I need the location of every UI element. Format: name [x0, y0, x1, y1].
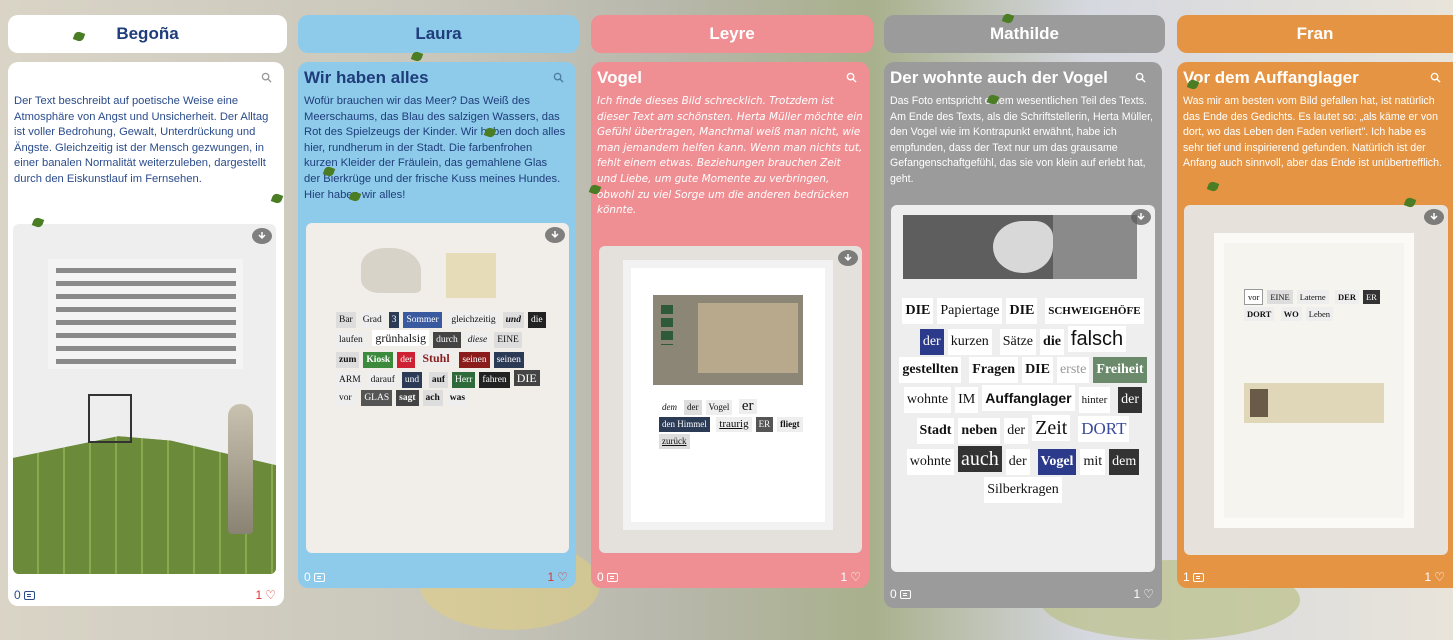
- column-name: Leyre: [709, 24, 755, 43]
- comment-count[interactable]: 1: [1183, 570, 1204, 584]
- post-title: Der wohnte auch der Vogel: [890, 68, 1108, 87]
- post-title: Vor dem Auffanglager: [1183, 68, 1359, 87]
- column-name: Laura: [415, 24, 462, 43]
- column-header-mathilde[interactable]: Mathilde: [884, 15, 1165, 53]
- post-image[interactable]: vor EINE Laterne DER ERDORT WO Leben: [1184, 205, 1448, 555]
- collage-photo: [653, 295, 803, 385]
- collage-paper: [48, 259, 243, 369]
- post-card[interactable]: Der Text beschreibt auf poetische Weise …: [8, 62, 284, 606]
- post-image[interactable]: [13, 224, 276, 574]
- post-card[interactable]: Der wohnte auch der Vogel Das Foto entsp…: [884, 62, 1162, 608]
- comment-count[interactable]: 0: [890, 587, 911, 601]
- comment-icon: [1192, 572, 1204, 582]
- post-card[interactable]: Wir haben alles Wofür brauchen wir das M…: [298, 62, 576, 588]
- post-body: Ich finde dieses Bild schrecklich. Trotz…: [597, 95, 863, 217]
- animal-cutout: [361, 248, 421, 293]
- heart-icon: ♡: [1143, 587, 1154, 601]
- column-name: Begoña: [116, 24, 179, 43]
- cloud-download-icon[interactable]: [838, 250, 858, 266]
- heart-icon: ♡: [850, 570, 861, 584]
- comment-icon: [899, 589, 911, 599]
- column-header-laura[interactable]: Laura: [298, 15, 579, 53]
- comment-icon: [606, 572, 618, 582]
- post-title: Wir haben alles: [304, 68, 429, 87]
- like-button[interactable]: 1 ♡: [548, 570, 568, 584]
- collage-words: DIE Papiertage DIE SCHWEIGEHÖFEder kurzen S…: [897, 297, 1149, 504]
- collage-words: vor EINE Laterne DER ERDORT WO Leben: [1242, 288, 1387, 322]
- post-card[interactable]: Vogel Ich finde dieses Bild schrecklich.…: [591, 62, 869, 588]
- post-body: Das Foto entspricht einem wesentlichen T…: [890, 95, 1153, 185]
- cloud-download-icon[interactable]: [1424, 209, 1444, 225]
- comment-count[interactable]: 0: [304, 570, 325, 584]
- cloud-download-icon[interactable]: [252, 228, 272, 244]
- cloud-download-icon[interactable]: [545, 227, 565, 243]
- cage: [88, 394, 132, 443]
- post-title: Vogel: [597, 68, 643, 87]
- comment-count[interactable]: 0: [14, 588, 35, 602]
- post-image[interactable]: dem der Vogel erden Himmel traurig ER fliegt…: [599, 246, 862, 553]
- leaf-decoration: [410, 50, 424, 63]
- like-button[interactable]: 1 ♡: [1134, 587, 1154, 601]
- column-name: Fran: [1296, 24, 1334, 43]
- column-name: Mathilde: [990, 24, 1059, 43]
- figurine: [228, 404, 253, 534]
- heart-icon: ♡: [265, 588, 276, 602]
- collage-words: dem der Vogel erden Himmel traurig ER fliegt…: [657, 398, 807, 450]
- comment-icon: [313, 572, 325, 582]
- like-button[interactable]: 1 ♡: [841, 570, 861, 584]
- like-button[interactable]: 1 ♡: [256, 588, 276, 602]
- collage-photo: [1244, 383, 1384, 423]
- post-card[interactable]: Vor dem Auffanglager Was mir am besten v…: [1177, 62, 1453, 588]
- picture-frame: vor EINE Laterne DER ERDORT WO Leben: [1214, 233, 1414, 528]
- cloud-download-icon[interactable]: [1131, 209, 1151, 225]
- shoe-cutout: [446, 253, 496, 298]
- post-image[interactable]: DIE Papiertage DIE SCHWEIGEHÖFEder kurzen S…: [891, 205, 1155, 572]
- comment-icon: [23, 590, 35, 600]
- column-header-leyre[interactable]: Leyre: [591, 15, 873, 53]
- post-body: Wofür brauchen wir das Meer? Das Weiß de…: [304, 95, 566, 201]
- like-button[interactable]: 1 ♡: [1425, 570, 1445, 584]
- search-icon[interactable]: [1430, 72, 1441, 83]
- heart-icon: ♡: [1434, 570, 1445, 584]
- search-icon[interactable]: [846, 72, 857, 83]
- bird-photo: [903, 215, 1137, 279]
- picture-frame: dem der Vogel erden Himmel traurig ER fliegt…: [623, 260, 833, 530]
- column-header-fran[interactable]: Fran: [1177, 15, 1453, 53]
- post-body: Der Text beschreibt auf poetische Weise …: [14, 95, 269, 185]
- comment-count[interactable]: 0: [597, 570, 618, 584]
- post-body: Was mir am besten vom Bild gefallen hat,…: [1183, 95, 1442, 170]
- post-image[interactable]: Bar Grad 3 Sommer gleichzeitig und dielaufen …: [306, 223, 569, 553]
- collage-words: Bar Grad 3 Sommer gleichzeitig und dielaufen …: [334, 311, 549, 407]
- column-header-begona[interactable]: Begoña: [8, 15, 287, 53]
- search-icon[interactable]: [553, 72, 564, 83]
- search-icon[interactable]: [261, 72, 272, 83]
- heart-icon: ♡: [557, 570, 568, 584]
- search-icon[interactable]: [1135, 72, 1146, 83]
